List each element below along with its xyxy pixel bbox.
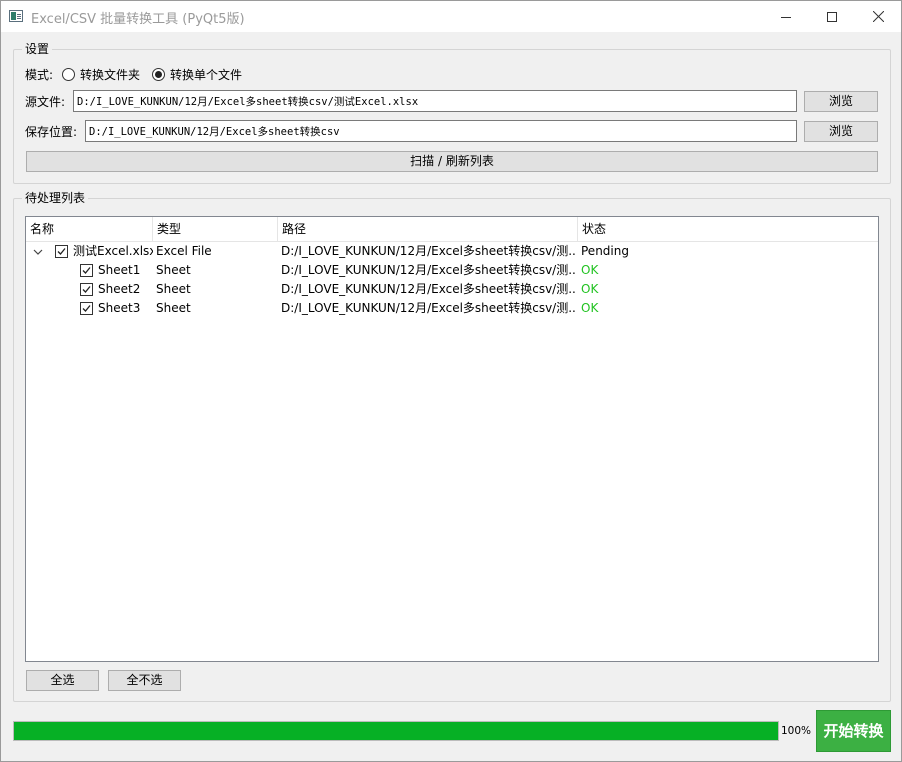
file-tree[interactable]: 名称 类型 路径 状态 测试Excel.xlsx Excel File D:/I…	[25, 216, 879, 662]
maximize-button[interactable]	[809, 1, 855, 32]
list-group-title: 待处理列表	[22, 191, 89, 205]
row-name: Sheet1	[98, 263, 141, 277]
start-convert-button[interactable]: 开始转换	[816, 710, 891, 752]
row-path: D:/I_LOVE_KUNKUN/12月/Excel多sheet转换csv/测.…	[281, 263, 576, 277]
tree-row[interactable]: Sheet2 Sheet D:/I_LOVE_KUNKUN/12月/Excel多…	[26, 280, 878, 299]
tree-header: 名称 类型 路径 状态	[26, 217, 878, 242]
browse-source-button[interactable]: 浏览	[804, 91, 878, 112]
row-name: Sheet3	[98, 301, 141, 315]
row-path: D:/I_LOVE_KUNKUN/12月/Excel多sheet转换csv/测.…	[281, 244, 576, 258]
row-path: D:/I_LOVE_KUNKUN/12月/Excel多sheet转换csv/测.…	[281, 301, 576, 315]
row-path: D:/I_LOVE_KUNKUN/12月/Excel多sheet转换csv/测.…	[281, 282, 576, 296]
row-type: Sheet	[156, 301, 191, 315]
row-status: OK	[581, 301, 599, 315]
radio-folder-mode-label[interactable]: 转换文件夹	[80, 68, 140, 82]
row-checkbox[interactable]	[80, 264, 93, 277]
column-header-path[interactable]: 路径	[278, 217, 578, 242]
row-checkbox[interactable]	[55, 245, 68, 258]
select-all-button[interactable]: 全选	[26, 670, 99, 691]
row-type: Excel File	[156, 244, 212, 258]
close-button[interactable]	[855, 1, 901, 32]
tree-row[interactable]: Sheet1 Sheet D:/I_LOVE_KUNKUN/12月/Excel多…	[26, 261, 878, 280]
title-bar[interactable]: Excel/CSV 批量转换工具 (PyQt5版)	[1, 1, 901, 32]
save-location-input[interactable]	[85, 120, 797, 142]
source-label: 源文件:	[25, 95, 66, 109]
progress-text: 100%	[781, 725, 812, 737]
window-title: Excel/CSV 批量转换工具 (PyQt5版)	[31, 12, 245, 27]
mode-label: 模式:	[25, 68, 54, 82]
row-checkbox[interactable]	[80, 283, 93, 296]
tree-row[interactable]: 测试Excel.xlsx Excel File D:/I_LOVE_KUNKUN…	[26, 242, 878, 261]
minimize-button[interactable]	[763, 1, 809, 32]
row-status: OK	[581, 282, 599, 296]
checkmark-icon	[57, 248, 66, 255]
browse-save-button[interactable]: 浏览	[804, 121, 878, 142]
row-type: Sheet	[156, 263, 191, 277]
scan-refresh-button[interactable]: 扫描 / 刷新列表	[26, 151, 878, 172]
progress-bar	[13, 721, 779, 741]
chevron-down-icon[interactable]	[33, 247, 43, 257]
minimize-icon	[781, 16, 791, 18]
progress-bar-fill	[14, 722, 778, 740]
row-name: Sheet2	[98, 282, 141, 296]
column-header-name[interactable]: 名称	[26, 217, 153, 242]
radio-single-file-mode[interactable]	[152, 68, 165, 81]
column-header-status[interactable]: 状态	[578, 217, 878, 242]
checkmark-icon	[82, 267, 91, 274]
source-file-input[interactable]	[73, 90, 797, 112]
column-header-type[interactable]: 类型	[153, 217, 278, 242]
maximize-icon	[827, 11, 837, 22]
row-checkbox[interactable]	[80, 302, 93, 315]
radio-single-file-mode-label[interactable]: 转换单个文件	[170, 68, 242, 82]
app-icon	[9, 10, 23, 22]
checkmark-icon	[82, 305, 91, 312]
app-window: Excel/CSV 批量转换工具 (PyQt5版) 设置 模式: 转换文件夹 转…	[0, 0, 902, 762]
tree-row[interactable]: Sheet3 Sheet D:/I_LOVE_KUNKUN/12月/Excel多…	[26, 299, 878, 318]
radio-folder-mode[interactable]	[62, 68, 75, 81]
save-location-label: 保存位置:	[25, 125, 78, 139]
row-status: OK	[581, 263, 599, 277]
row-type: Sheet	[156, 282, 191, 296]
settings-group-title: 设置	[22, 42, 53, 56]
row-status: Pending	[581, 244, 629, 258]
checkmark-icon	[82, 286, 91, 293]
row-name: 测试Excel.xlsx	[73, 244, 153, 258]
close-icon	[872, 11, 884, 22]
select-none-button[interactable]: 全不选	[108, 670, 181, 691]
